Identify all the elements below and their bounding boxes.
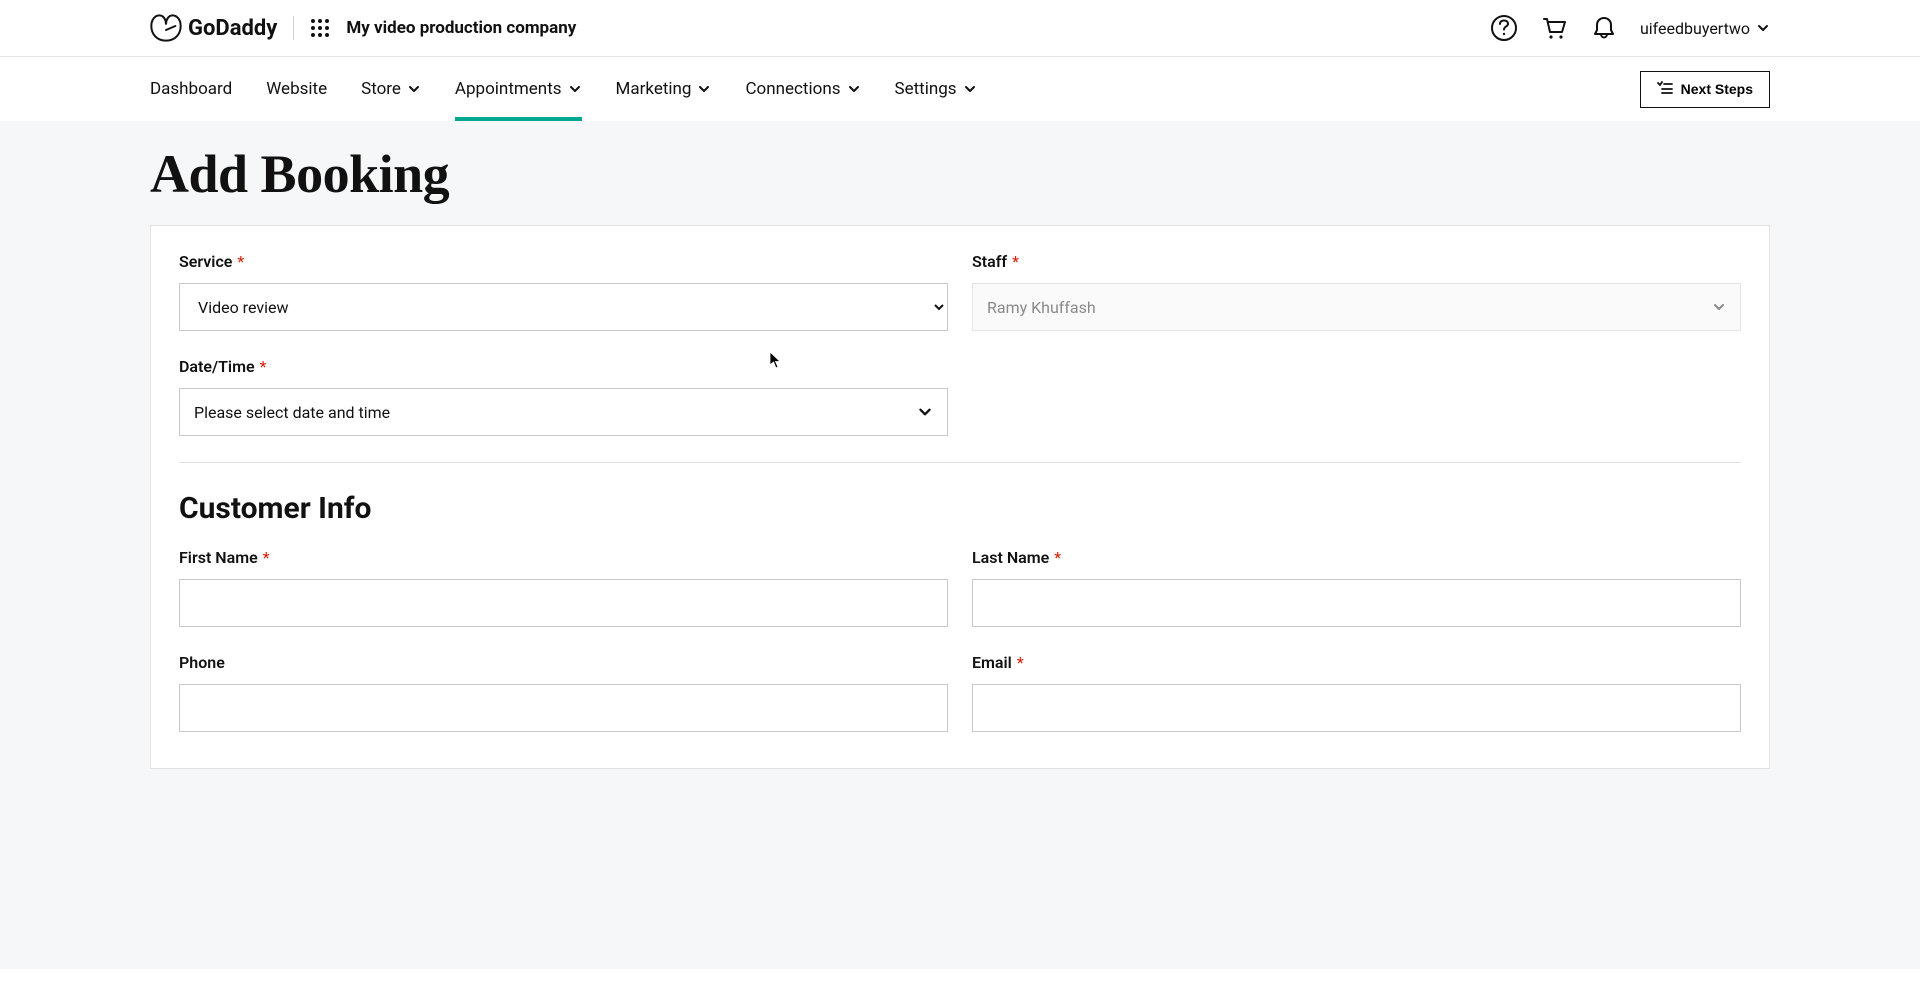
phone-label: Phone (179, 653, 948, 672)
user-name: uifeedbuyertwo (1640, 19, 1750, 38)
required-star: * (237, 252, 244, 271)
email-field-group: Email * (972, 653, 1741, 732)
nav-website[interactable]: Website (266, 57, 327, 121)
nav-label: Store (361, 79, 401, 99)
staff-label: Staff * (972, 252, 1741, 271)
checklist-icon (1657, 80, 1673, 99)
nav-store[interactable]: Store (361, 57, 421, 121)
datetime-label: Date/Time * (179, 357, 948, 376)
nav-label: Settings (895, 79, 957, 99)
topbar-right: uifeedbuyertwo (1490, 14, 1770, 42)
phone-field-group: Phone (179, 653, 948, 732)
customer-info-heading: Customer Info (179, 491, 1741, 526)
first-name-label: First Name * (179, 548, 948, 567)
nav-label: Marketing (616, 79, 692, 99)
topbar: GoDaddy My video production company (0, 0, 1920, 57)
chevron-down-icon (568, 82, 582, 96)
chevron-down-icon (697, 82, 711, 96)
nav-label: Connections (745, 79, 840, 99)
topbar-left: GoDaddy My video production company (150, 14, 576, 42)
page-title: Add Booking (150, 121, 1770, 225)
first-name-field-group: First Name * (179, 548, 948, 627)
help-icon[interactable] (1490, 14, 1518, 42)
last-name-input[interactable] (972, 579, 1741, 627)
nav-items: Dashboard Website Store Appointments Mar… (150, 57, 977, 121)
chevron-down-icon (407, 82, 421, 96)
chevron-down-icon (1756, 21, 1770, 35)
empty-col (972, 357, 1741, 436)
nav-connections[interactable]: Connections (745, 57, 860, 121)
booking-form-card: Service * Video review Staff * Ramy Khuf… (150, 225, 1770, 769)
staff-value: Ramy Khuffash (987, 298, 1096, 317)
chevron-down-icon (963, 82, 977, 96)
datetime-picker[interactable]: Please select date and time (179, 388, 948, 436)
last-name-field-group: Last Name * (972, 548, 1741, 627)
nav-label: Website (266, 79, 327, 99)
chevron-down-icon (847, 82, 861, 96)
last-name-label: Last Name * (972, 548, 1741, 567)
nav-label: Appointments (455, 79, 562, 99)
staff-select: Ramy Khuffash (972, 283, 1741, 331)
page-body: Add Booking Service * Video review Staff… (0, 121, 1920, 969)
apps-grid-icon[interactable] (310, 18, 330, 38)
user-menu[interactable]: uifeedbuyertwo (1640, 19, 1770, 38)
service-label: Service * (179, 252, 948, 271)
service-field-group: Service * Video review (179, 252, 948, 331)
required-star: * (263, 548, 270, 567)
logo-text: GoDaddy (188, 16, 277, 41)
company-name[interactable]: My video production company (346, 18, 576, 38)
chevron-down-icon (917, 404, 933, 420)
required-star: * (260, 357, 267, 376)
required-star: * (1017, 653, 1024, 672)
chevron-down-icon (1712, 300, 1726, 314)
bell-icon[interactable] (1590, 14, 1618, 42)
logo[interactable]: GoDaddy (150, 14, 277, 42)
service-select[interactable]: Video review (179, 283, 948, 331)
email-label: Email * (972, 653, 1741, 672)
godaddy-logo-icon (150, 14, 182, 42)
first-name-input[interactable] (179, 579, 948, 627)
nav-marketing[interactable]: Marketing (616, 57, 712, 121)
section-divider (179, 462, 1741, 463)
vertical-divider (293, 16, 294, 40)
datetime-field-group: Date/Time * Please select date and time (179, 357, 948, 436)
nav-appointments[interactable]: Appointments (455, 57, 582, 121)
nav-settings[interactable]: Settings (895, 57, 977, 121)
cart-icon[interactable] (1540, 14, 1568, 42)
required-star: * (1012, 252, 1019, 271)
phone-input[interactable] (179, 684, 948, 732)
navbar: Dashboard Website Store Appointments Mar… (0, 57, 1920, 121)
nav-dashboard[interactable]: Dashboard (150, 57, 232, 121)
nav-label: Dashboard (150, 79, 232, 99)
next-steps-button[interactable]: Next Steps (1640, 71, 1770, 108)
datetime-placeholder: Please select date and time (194, 403, 390, 422)
next-steps-label: Next Steps (1681, 81, 1753, 97)
required-star: * (1054, 548, 1061, 567)
email-input[interactable] (972, 684, 1741, 732)
staff-field-group: Staff * Ramy Khuffash (972, 252, 1741, 331)
